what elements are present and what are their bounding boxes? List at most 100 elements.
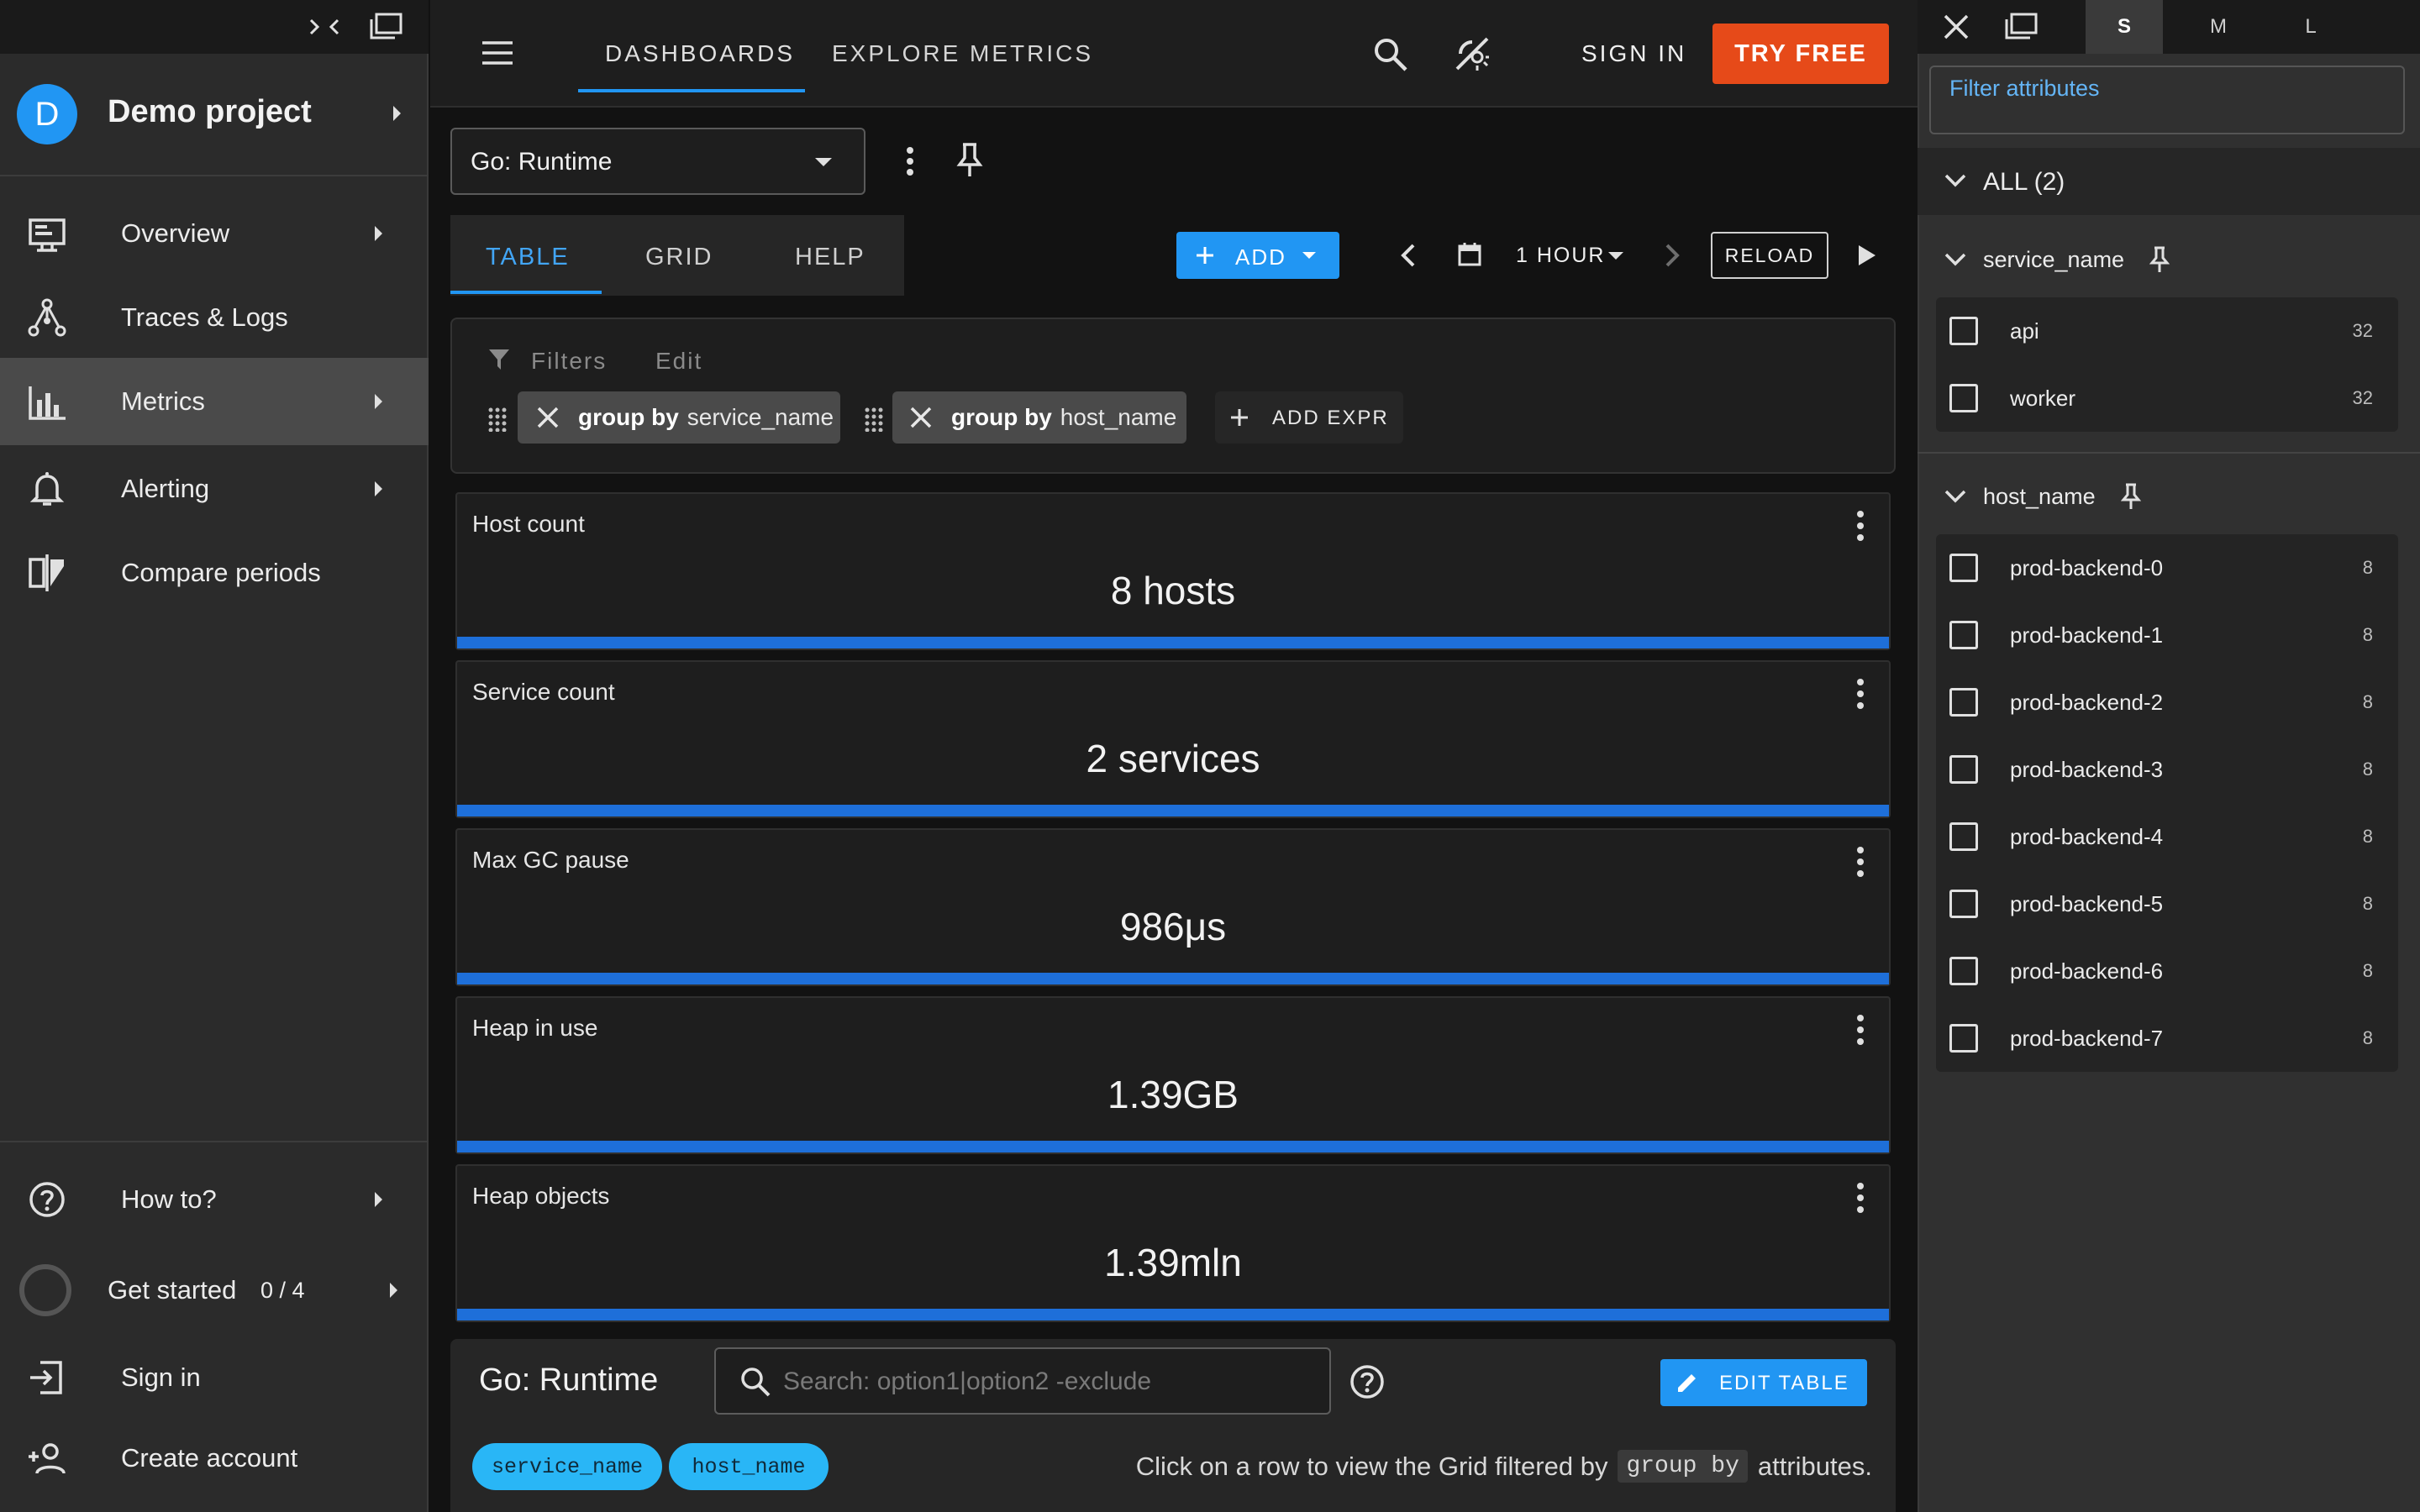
size-tab-l[interactable]: L [2272, 0, 2349, 54]
reload-button[interactable]: RELOAD [1711, 232, 1828, 279]
drag-handle-icon[interactable] [864, 407, 884, 432]
hamburger-menu-icon[interactable] [481, 40, 514, 66]
sidebar-item-get-started[interactable]: Get started 0 / 4 [0, 1247, 429, 1334]
chevron-down-icon[interactable] [1944, 252, 1966, 267]
attribute-row[interactable]: api 32 [1936, 297, 2398, 365]
checkbox[interactable] [1949, 890, 1978, 918]
theme-toggle-icon[interactable] [1454, 35, 1491, 72]
sidebar-item-label: Sign in [121, 1362, 201, 1392]
card-menu-icon[interactable] [1857, 1015, 1864, 1045]
checkbox[interactable] [1949, 621, 1978, 649]
try-free-button[interactable]: TRY FREE [1712, 24, 1889, 84]
edit-filters-link[interactable]: Edit [655, 348, 702, 375]
tab-dashboards[interactable]: DASHBOARDS [605, 40, 795, 67]
metric-card: Service count 2 services [455, 660, 1891, 818]
sidebar-item-compare-periods[interactable]: Compare periods [0, 529, 429, 617]
attribute-row[interactable]: prod-backend-5 8 [1936, 870, 2398, 937]
filter-attributes-input[interactable]: Filter attributes [1929, 66, 2405, 134]
add-button[interactable]: ADD [1176, 232, 1339, 279]
size-tab-s[interactable]: S [2086, 0, 2163, 54]
chip-prefix: group by [951, 404, 1052, 430]
dashboard-select-value: Go: Runtime [471, 148, 613, 176]
search-icon[interactable] [1373, 37, 1408, 72]
tab-explore-metrics[interactable]: EXPLORE METRICS [832, 40, 1093, 67]
pin-icon[interactable] [956, 141, 983, 178]
checkbox[interactable] [1949, 822, 1978, 851]
chevron-right-icon [375, 481, 382, 496]
attribute-row[interactable]: prod-backend-0 8 [1936, 534, 2398, 601]
table-search-input[interactable]: Search: option1|option2 -exclude [714, 1347, 1331, 1415]
sidebar-item-label: Compare periods [121, 558, 321, 587]
sidebar-item-overview[interactable]: Overview [0, 190, 429, 277]
period-select[interactable]: 1 HOUR [1516, 244, 1605, 268]
attribute-row[interactable]: worker 32 [1936, 365, 2398, 432]
window-icon[interactable] [2003, 12, 2039, 40]
remove-chip-icon[interactable] [909, 406, 933, 429]
attribute-group-host-name: prod-backend-0 8 prod-backend-1 8 prod-b… [1936, 534, 2398, 1072]
card-title: Heap objects [472, 1183, 610, 1209]
add-label: ADD [1235, 244, 1286, 270]
group-pill-service-name[interactable]: service_name [472, 1443, 662, 1490]
drag-handle-icon[interactable] [487, 407, 508, 432]
filter-chip-service-name[interactable]: group by service_name [518, 391, 840, 444]
attribute-row[interactable]: prod-backend-3 8 [1936, 736, 2398, 803]
pin-icon[interactable] [2149, 245, 2170, 274]
sign-in-button[interactable]: SIGN IN [1581, 40, 1686, 67]
chip-value: host_name [1060, 404, 1177, 430]
attribute-row[interactable]: prod-backend-1 8 [1936, 601, 2398, 669]
attribute-row[interactable]: prod-backend-7 8 [1936, 1005, 2398, 1072]
chevron-right-disabled-icon[interactable] [1664, 244, 1681, 267]
card-title: Heap in use [472, 1015, 598, 1041]
tab-help[interactable]: HELP [795, 244, 865, 271]
plus-icon [1195, 245, 1215, 265]
checkbox[interactable] [1949, 1024, 1978, 1053]
attribute-count: 8 [2362, 624, 2373, 645]
sidebar-item-alerting[interactable]: Alerting [0, 445, 429, 533]
attribute-value: prod-backend-6 [2010, 958, 2164, 984]
window-icon[interactable] [368, 12, 403, 40]
checkbox[interactable] [1949, 755, 1978, 784]
close-icon[interactable] [1943, 13, 1970, 40]
checkbox[interactable] [1949, 554, 1978, 582]
metric-card: Max GC pause 986μs [455, 828, 1891, 986]
checkbox[interactable] [1949, 384, 1978, 412]
tab-table[interactable]: TABLE [486, 244, 570, 271]
remove-chip-icon[interactable] [536, 406, 560, 429]
period-dropdown-icon[interactable] [1608, 252, 1623, 260]
table-hint: Click on a row to view the Grid filtered… [1136, 1450, 1872, 1483]
edit-table-button[interactable]: EDIT TABLE [1660, 1359, 1867, 1406]
checkbox[interactable] [1949, 957, 1978, 985]
attribute-row[interactable]: prod-backend-6 8 [1936, 937, 2398, 1005]
help-circle-icon[interactable] [1349, 1364, 1385, 1399]
more-vert-icon[interactable] [906, 146, 914, 176]
card-menu-icon[interactable] [1857, 511, 1864, 541]
chevron-left-icon[interactable] [1400, 244, 1417, 267]
attribute-count: 8 [2362, 893, 2373, 914]
pin-icon[interactable] [2121, 482, 2141, 511]
calendar-icon[interactable] [1457, 242, 1482, 267]
collapse-sidebar-icon[interactable] [308, 13, 341, 40]
sidebar-item-create-account[interactable]: Create account [0, 1415, 429, 1502]
card-menu-icon[interactable] [1857, 847, 1864, 877]
play-icon[interactable] [1857, 244, 1877, 267]
card-value: 986μs [1119, 905, 1227, 948]
sidebar-item-sign-in[interactable]: Sign in [0, 1334, 429, 1421]
card-menu-icon[interactable] [1857, 1183, 1864, 1213]
card-menu-icon[interactable] [1857, 679, 1864, 709]
dashboard-select[interactable]: Go: Runtime [450, 128, 865, 195]
card-title: Host count [472, 511, 585, 537]
size-tab-m[interactable]: M [2180, 0, 2257, 54]
group-pill-host-name[interactable]: host_name [669, 1443, 829, 1490]
filter-chip-host-name[interactable]: group by host_name [892, 391, 1186, 444]
sidebar-item-how-to[interactable]: How to? [0, 1156, 429, 1243]
help-circle-icon [27, 1179, 67, 1220]
chevron-down-icon[interactable] [1944, 489, 1966, 504]
tab-grid[interactable]: GRID [645, 244, 713, 271]
sidebar-item-traces-logs[interactable]: Traces & Logs [0, 274, 429, 361]
add-expr-button[interactable]: ADD EXPR [1215, 391, 1403, 444]
sidebar-item-metrics[interactable]: Metrics [0, 358, 429, 445]
checkbox[interactable] [1949, 317, 1978, 345]
checkbox[interactable] [1949, 688, 1978, 717]
attribute-row[interactable]: prod-backend-4 8 [1936, 803, 2398, 870]
attribute-row[interactable]: prod-backend-2 8 [1936, 669, 2398, 736]
